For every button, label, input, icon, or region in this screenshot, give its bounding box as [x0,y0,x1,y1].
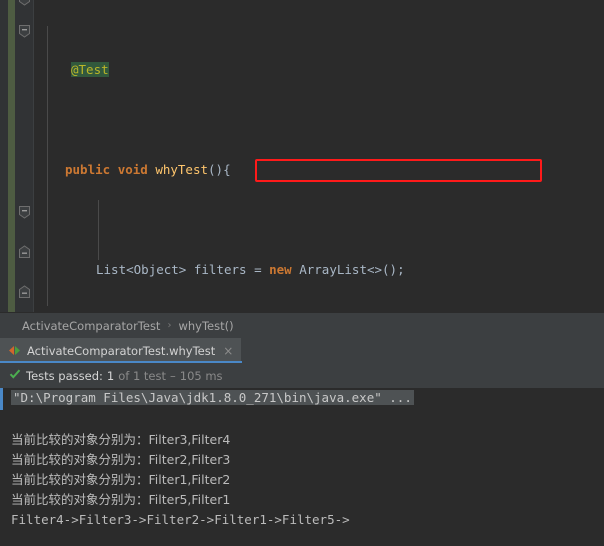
test-compare-icon [8,344,21,357]
tests-passed-label: Tests passed: [26,368,103,383]
keyword-void: void [117,162,148,177]
code-editor[interactable]: @Test public void whyTest(){ List<Object… [0,0,604,312]
annotation-test: @Test [71,62,109,77]
console-line-compare-2: 当前比较的对象分别为：Filter2,Filter3 [11,452,231,467]
status-dash: – [170,368,176,383]
vcs-change-marker [8,0,15,312]
tests-of-label: of 1 test [118,368,166,383]
tab-activate-comparator-test[interactable]: ActivateComparatorTest.whyTest × [0,338,242,363]
console-output[interactable]: "D:\Program Files\Java\jdk1.8.0_271\bin\… [0,388,604,546]
console-line-result: Filter4->Filter3->Filter2->Filter1->Filt… [11,512,350,527]
console-line-compare-1: 当前比较的对象分别为：Filter3,Filter4 [11,432,231,447]
fold-marker-collapse-top[interactable] [18,0,31,6]
breadcrumb-class[interactable]: ActivateComparatorTest [22,319,160,333]
type-Object: Object [133,262,179,277]
console-run-marker [0,388,3,410]
fold-marker-end-for[interactable] [18,245,31,258]
run-tool-window: ActivateComparatorTest.whyTest × Tests p… [0,338,604,546]
breadcrumb-separator-icon: › [167,320,172,331]
ide-window: @Test public void whyTest(){ List<Object… [0,0,604,546]
method-name-whyTest: whyTest [155,162,209,177]
breadcrumb-method[interactable]: whyTest() [178,319,233,333]
fold-marker-end-method[interactable] [18,285,31,298]
var-filters: filters [193,262,247,277]
breadcrumb[interactable]: ActivateComparatorTest › whyTest() [0,312,604,338]
fold-marker-collapse-for[interactable] [18,206,31,219]
keyword-public: public [65,162,111,177]
close-icon[interactable]: × [223,345,233,357]
tests-passed-count: 1 [106,368,115,383]
check-icon [9,368,21,384]
console-line-compare-3: 当前比较的对象分别为：Filter1,Filter2 [11,472,231,487]
test-tab-bar: ActivateComparatorTest.whyTest × [0,338,604,363]
console-line-compare-4: 当前比较的对象分别为：Filter5,Filter1 [11,492,231,507]
code-line-method-signature[interactable]: public void whyTest(){ [34,160,604,180]
editor-gutter[interactable] [0,0,34,312]
console-command-line: "D:\Program Files\Java\jdk1.8.0_271\bin\… [11,390,414,405]
tests-duration: 105 ms [179,368,223,383]
test-status-bar: Tests passed: 1 of 1 test – 105 ms [0,363,604,388]
code-content[interactable]: @Test public void whyTest(){ List<Object… [34,0,604,312]
tab-label: ActivateComparatorTest.whyTest [27,343,216,358]
type-ArrayList: ArrayList [299,262,367,277]
fold-marker-collapse-method[interactable] [18,25,31,38]
keyword-new: new [269,262,292,277]
type-List: List [96,262,127,277]
code-line-list-decl[interactable]: List<Object> filters = new ArrayList<>()… [34,260,604,280]
code-line-annotation[interactable]: @Test [34,60,604,80]
